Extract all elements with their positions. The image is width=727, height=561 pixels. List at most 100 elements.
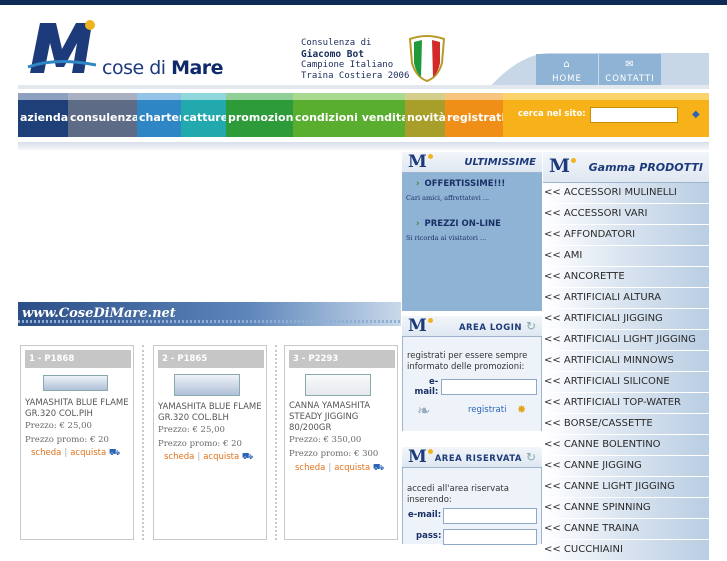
login-email-input[interactable] bbox=[441, 379, 537, 395]
nav-item-registrati[interactable]: registrati bbox=[445, 93, 506, 137]
nav-item-charter[interactable]: charter bbox=[137, 93, 185, 137]
logo-text-main: cose di bbox=[102, 57, 172, 79]
gamma-item[interactable]: << ARTIFICIALI MINNOWS bbox=[543, 351, 709, 372]
gamma-item[interactable]: << CANNE JIGGING bbox=[543, 456, 709, 477]
search-go-icon[interactable]: ◆ bbox=[692, 110, 702, 120]
gamma-item[interactable]: << AFFONDATORI bbox=[543, 225, 709, 246]
nav-cap bbox=[137, 93, 181, 100]
main-nav: azienda consulenza charter catture promo… bbox=[18, 93, 709, 137]
registrati-link[interactable]: registrati bbox=[468, 405, 506, 415]
product-image[interactable] bbox=[174, 374, 240, 396]
riservata-email-input[interactable] bbox=[443, 508, 537, 524]
nav-cap bbox=[18, 93, 68, 100]
gamma-item[interactable]: << ARTIFICIALI LIGHT JIGGING bbox=[543, 330, 709, 351]
cart-icon[interactable]: ⛟ bbox=[373, 463, 384, 473]
right-column: M Gamma PRODOTTI << ACCESSORI MULINELLI … bbox=[543, 152, 709, 561]
mail-icon: ✉ bbox=[625, 59, 635, 70]
nav-item-catture[interactable]: catture bbox=[181, 93, 228, 137]
banner-text: www.CoseDiMare.net bbox=[22, 306, 176, 321]
logo-text[interactable]: cose di Mare bbox=[102, 57, 224, 79]
login-header: M AREA LOGIN ↻ bbox=[402, 316, 542, 337]
search-label: cerca nel sito: bbox=[518, 109, 586, 119]
product-title[interactable]: 2 - P1865 bbox=[158, 350, 264, 368]
acquista-link[interactable]: acquista bbox=[70, 448, 106, 458]
gamma-item[interactable]: << ACCESSORI VARI bbox=[543, 204, 709, 225]
product-name[interactable]: YAMASHITA BLUE FLAME GR.320 COL.BLH bbox=[158, 402, 264, 424]
product-divider bbox=[275, 345, 277, 540]
nav-label: consulenza bbox=[70, 111, 140, 124]
label-part: e- bbox=[429, 377, 439, 387]
scheda-link[interactable]: scheda bbox=[31, 448, 61, 458]
logo-m-small-icon: M bbox=[549, 155, 571, 177]
riservata-pass-input[interactable] bbox=[443, 529, 537, 545]
logo-dot bbox=[428, 154, 433, 159]
product-title[interactable]: 1 - P1868 bbox=[25, 350, 131, 368]
gamma-item[interactable]: << CANNE BOLENTINO bbox=[543, 435, 709, 456]
product-image[interactable] bbox=[305, 374, 371, 396]
search-input[interactable] bbox=[590, 107, 678, 123]
product-name[interactable]: CANNA YAMASHITA STEADY JIGGING 80/200GR bbox=[289, 401, 395, 434]
scheda-link[interactable]: scheda bbox=[164, 452, 194, 462]
nav-label: charter bbox=[139, 111, 185, 124]
tab-home-label: HOME bbox=[552, 74, 582, 84]
login-text: registrati per essere sempre informato d… bbox=[407, 351, 528, 372]
gamma-item[interactable]: << ARTIFICIALI JIGGING bbox=[543, 309, 709, 330]
product-title[interactable]: 3 - P2293 bbox=[289, 350, 395, 368]
news-title-text: OFFERTISSIME!!! bbox=[424, 179, 506, 189]
gamma-item[interactable]: << ACCESSORI MULINELLI bbox=[543, 183, 709, 204]
acquista-link[interactable]: acquista bbox=[334, 463, 370, 473]
product-price: Prezzo: € 350,00 bbox=[289, 435, 362, 445]
nav-item-consulenza[interactable]: consulenza bbox=[68, 93, 140, 137]
nav-label: azienda bbox=[20, 111, 69, 124]
news-item-title[interactable]: › PREZZI ON-LINE bbox=[416, 219, 501, 229]
nav-item-novita[interactable]: novità bbox=[405, 93, 446, 137]
gamma-item[interactable]: << ARTIFICIALI TOP-WATER bbox=[543, 393, 709, 414]
tab-contatti[interactable]: ✉ CONTATTI bbox=[599, 54, 661, 89]
gamma-item[interactable]: << CANNE LIGHT JIGGING bbox=[543, 477, 709, 498]
product-divider bbox=[142, 345, 144, 540]
product-price: Prezzo: € 25,00 bbox=[158, 425, 225, 435]
product-card: 3 - P2293 CANNA YAMASHITA STEADY JIGGING… bbox=[284, 345, 398, 540]
gamma-item[interactable]: << AMI bbox=[543, 246, 709, 267]
gamma-item[interactable]: << BORSE/CASSETTE bbox=[543, 414, 709, 435]
arrow-right-icon: › bbox=[416, 179, 420, 189]
cart-icon[interactable]: ⛟ bbox=[242, 452, 253, 462]
gamma-item[interactable]: << ANCORETTE bbox=[543, 267, 709, 288]
header: cose di Mare Consulenza di Giacomo Bot C… bbox=[18, 5, 709, 91]
nav-label: condizioni vendita bbox=[295, 111, 409, 124]
gamma-item[interactable]: << ARTIFICIALI ALTURA bbox=[543, 288, 709, 309]
nav-cap bbox=[293, 93, 405, 100]
gamma-item[interactable]: << CANNE SPINNING bbox=[543, 498, 709, 519]
riservata-header: M AREA RISERVATA ↻ bbox=[402, 447, 542, 468]
logo-m-small-icon: M bbox=[408, 316, 427, 336]
riservata-title: AREA RISERVATA bbox=[434, 454, 522, 464]
riservata-box: accedi all'area riservata inserendo: e-m… bbox=[402, 468, 542, 545]
submit-star-icon[interactable]: ✸ bbox=[517, 403, 526, 416]
nav-item-promozioni[interactable]: promozioni bbox=[226, 93, 297, 137]
logo-m-icon[interactable] bbox=[26, 17, 96, 77]
header-tabs: ⌂ HOME ✉ CONTATTI bbox=[448, 43, 709, 89]
product-actions: scheda | acquista ⛟ bbox=[295, 463, 384, 474]
nav-cap bbox=[68, 93, 137, 100]
fish-icon: ❧ bbox=[417, 401, 431, 420]
consult-line-1: Consulenza di bbox=[301, 38, 372, 48]
consult-line-3: Campione Italiano bbox=[301, 60, 394, 70]
gamma-item[interactable]: << ARTIFICIALI SILICONE bbox=[543, 372, 709, 393]
logo-dot bbox=[428, 449, 433, 454]
nav-item-condizioni-vendita[interactable]: condizioni vendita bbox=[293, 93, 409, 137]
cart-icon[interactable]: ⛟ bbox=[109, 448, 120, 458]
product-image[interactable] bbox=[43, 375, 108, 391]
acquista-link[interactable]: acquista bbox=[203, 452, 239, 462]
tab-home[interactable]: ⌂ HOME bbox=[536, 54, 598, 89]
product-card: 1 - P1868 YAMASHITA BLUE FLAME GR.320 CO… bbox=[20, 345, 134, 540]
nav-shadow bbox=[18, 142, 709, 150]
scheda-link[interactable]: scheda bbox=[295, 463, 325, 473]
news-item-title[interactable]: › OFFERTISSIME!!! bbox=[416, 179, 505, 189]
nav-item-azienda[interactable]: azienda bbox=[18, 93, 68, 137]
nav-label: registrati bbox=[447, 111, 506, 124]
product-name[interactable]: YAMASHITA BLUE FLAME GR.320 COL.PIH bbox=[25, 398, 131, 420]
product-card: 2 - P1865 YAMASHITA BLUE FLAME GR.320 CO… bbox=[153, 345, 267, 540]
gamma-item[interactable]: << CUCCHIAINI bbox=[543, 540, 709, 561]
news-item-desc: Si ricorda ai visitatori ... bbox=[406, 234, 487, 242]
gamma-item[interactable]: << CANNE TRAINA bbox=[543, 519, 709, 540]
